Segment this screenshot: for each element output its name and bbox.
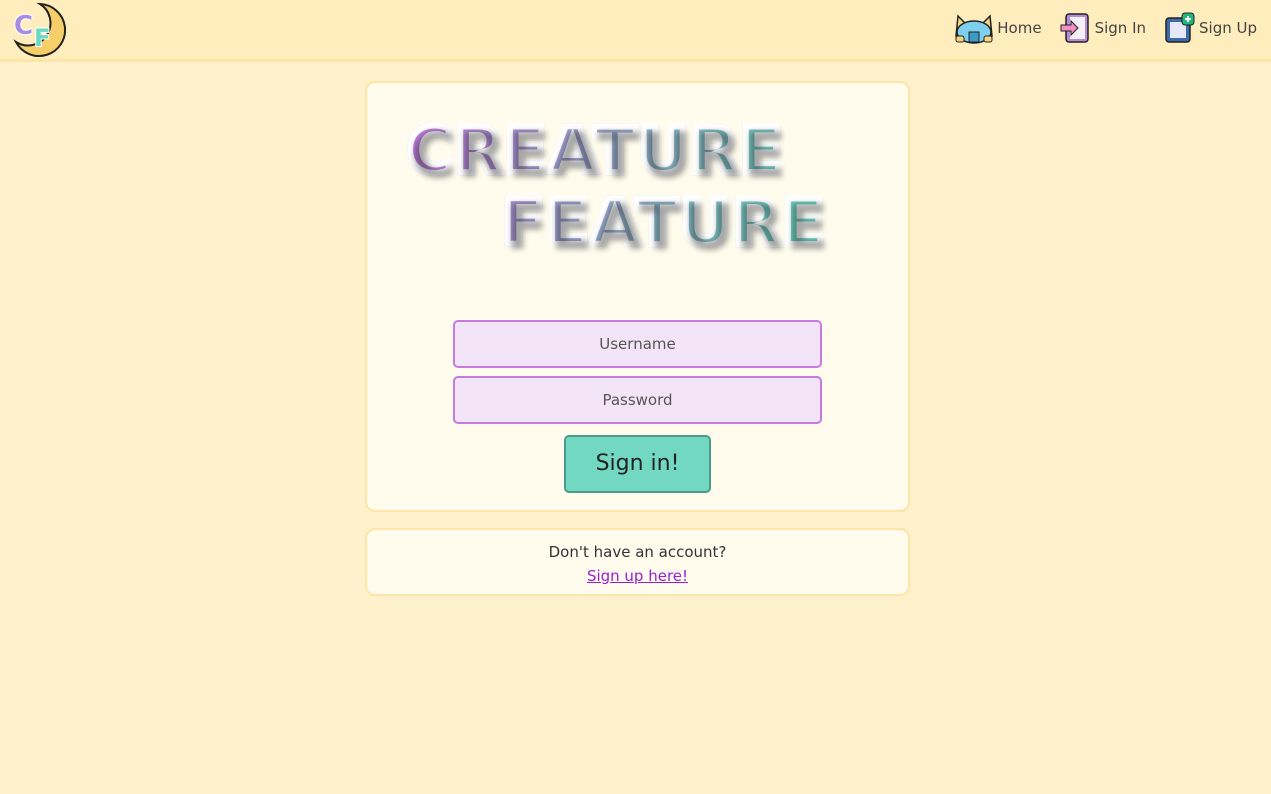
nav-sign-up[interactable]: Sign Up <box>1164 12 1257 44</box>
svg-text:C: C <box>14 11 33 41</box>
nav-sign-in[interactable]: Sign In <box>1060 12 1146 44</box>
sign-in-card: CREATURE FEATURE Username Password Sign … <box>365 81 910 512</box>
username-input[interactable]: Username <box>453 320 822 368</box>
nav-sign-in-label: Sign In <box>1094 19 1146 37</box>
logo[interactable]: C F <box>10 2 66 58</box>
svg-text:F: F <box>34 24 50 52</box>
navbar: C F Home Sign In Sign Up <box>0 0 1271 62</box>
creature-feature-logo: CREATURE FEATURE <box>404 112 828 262</box>
sign-up-icon <box>1165 12 1195 43</box>
password-input[interactable]: Password <box>453 376 822 424</box>
cat-icon <box>955 14 994 44</box>
sign-in-button[interactable]: Sign in! <box>564 435 711 493</box>
nav-home-label: Home <box>997 19 1042 37</box>
sign-up-link[interactable]: Sign up here! <box>587 567 688 585</box>
sign-up-prompt: Don't have an account? <box>548 543 727 561</box>
sign-in-icon <box>1060 13 1089 43</box>
sign-up-prompt-card: Don't have an account? Sign up here! <box>365 528 910 596</box>
nav-sign-up-label: Sign Up <box>1199 19 1257 37</box>
nav-home[interactable]: Home <box>954 12 1042 44</box>
